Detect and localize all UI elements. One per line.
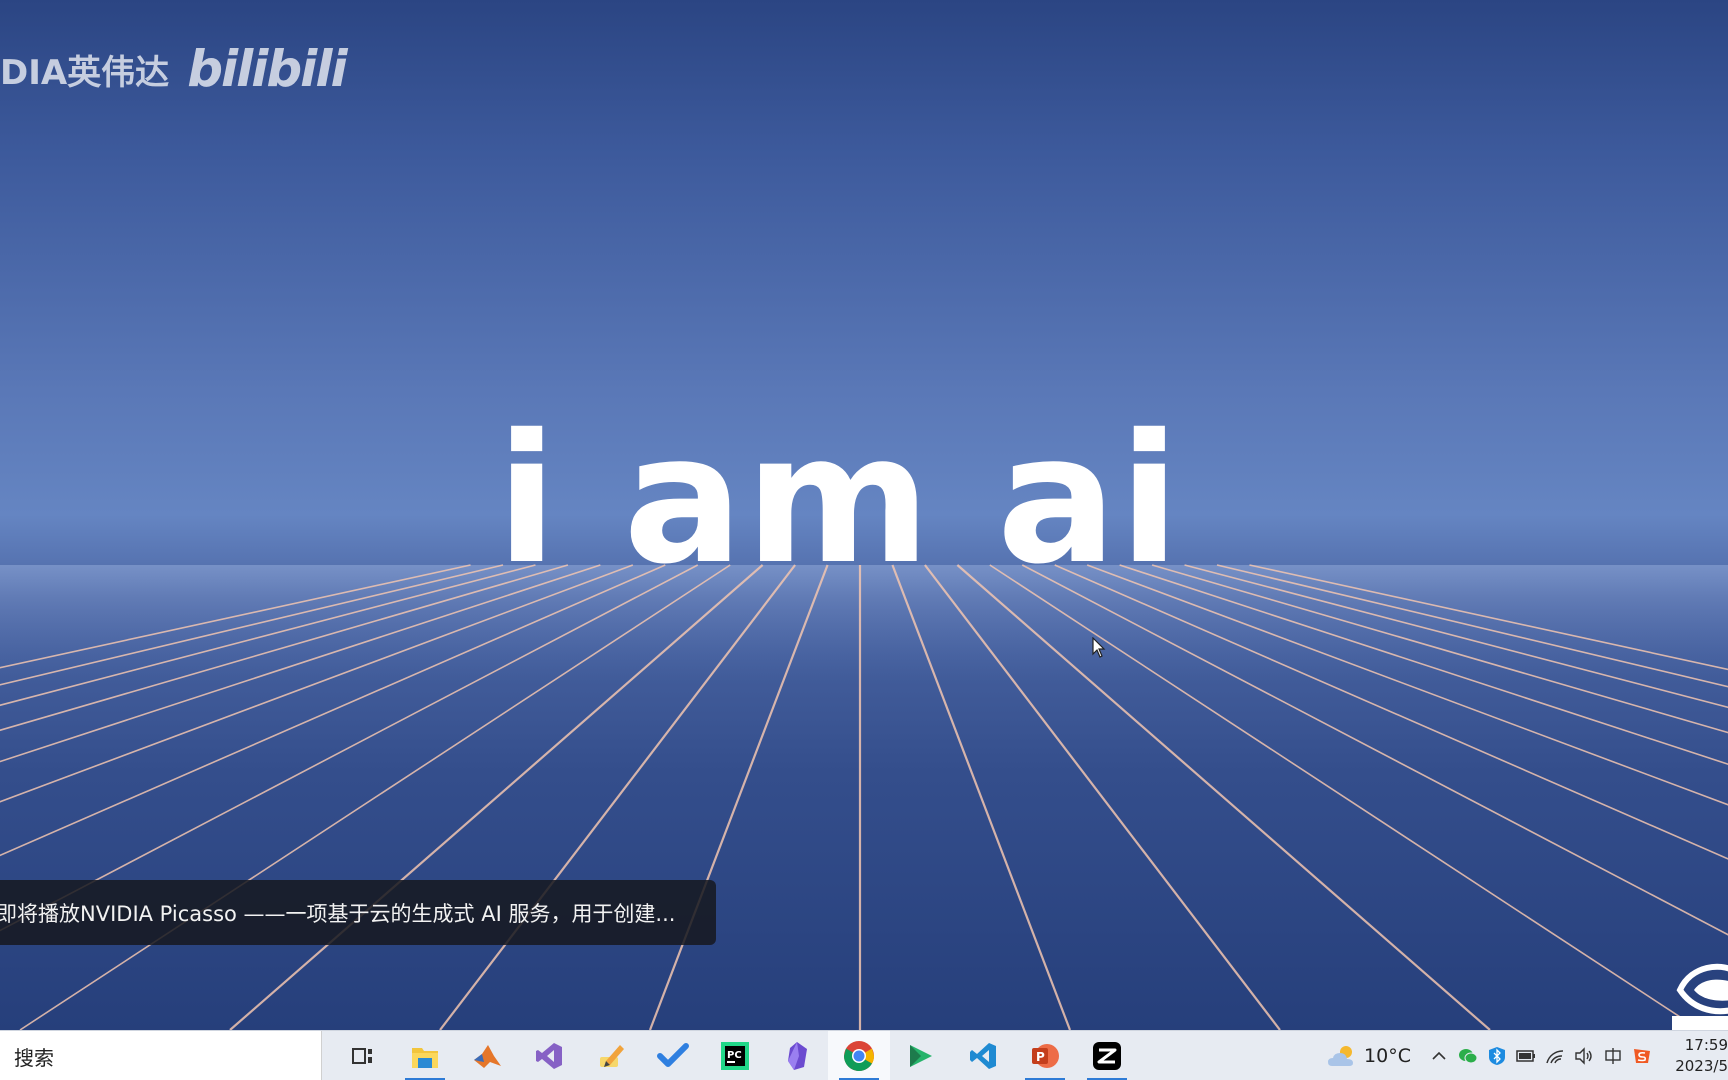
search-label: 搜索: [14, 1045, 54, 1070]
obsidian-button[interactable]: [766, 1031, 828, 1080]
system-clock[interactable]: 17:59 2023/5: [1672, 1035, 1728, 1077]
sogou-ime-icon[interactable]: [1632, 1046, 1652, 1066]
capcut-button[interactable]: [1076, 1031, 1138, 1080]
watermark-text: DIA英伟达: [0, 52, 170, 93]
video-headline: i am ai: [496, 396, 1182, 603]
weather-widget[interactable]: 10°C: [1326, 1042, 1411, 1070]
task-view-button[interactable]: [332, 1031, 394, 1080]
visual-studio-icon: [536, 1043, 562, 1069]
tray-icons: [1429, 1046, 1652, 1066]
battery-icon[interactable]: [1516, 1046, 1536, 1066]
taskbar-search-box[interactable]: 搜索: [0, 1031, 322, 1080]
video-player[interactable]: DIA英伟达 bilibili i am ai 即将播放NVIDIA Picas…: [0, 0, 1728, 1030]
notes-pen-icon: [600, 1045, 624, 1067]
clock-date: 2023/5: [1675, 1057, 1728, 1075]
wifi-icon[interactable]: [1545, 1046, 1565, 1066]
channel-watermark: DIA英伟达 bilibili: [0, 40, 348, 98]
screen: DIA英伟达 bilibili i am ai 即将播放NVIDIA Picas…: [0, 0, 1728, 1080]
taskbar: 搜索 PC P 10°C 17:59 2023/5: [0, 1030, 1728, 1080]
horizon-glow: [0, 565, 1728, 1030]
input-method-icon[interactable]: [1603, 1046, 1623, 1066]
capcut-icon: [1093, 1042, 1121, 1070]
vscode-button[interactable]: [952, 1031, 1014, 1080]
up-next-caption[interactable]: 即将播放NVIDIA Picasso ——一项基于云的生成式 AI 服务，用于创…: [0, 880, 716, 945]
matlab-button[interactable]: [456, 1031, 518, 1080]
bilibili-logo: bilibili: [187, 40, 347, 98]
nvidia-logo-icon: [1672, 963, 1728, 1030]
vscode-icon: [970, 1043, 996, 1069]
notes-button[interactable]: [580, 1031, 642, 1080]
svg-text:P: P: [1036, 1050, 1045, 1064]
file-explorer-icon: [412, 1048, 438, 1068]
volume-icon[interactable]: [1574, 1046, 1594, 1066]
media-player-button[interactable]: [890, 1031, 952, 1080]
pycharm-button[interactable]: PC: [704, 1031, 766, 1080]
powerpoint-icon: P: [1032, 1044, 1059, 1068]
weather-temp: 10°C: [1364, 1045, 1411, 1067]
matlab-icon: [474, 1045, 501, 1068]
pycharm-icon: PC: [721, 1042, 749, 1070]
todo-button[interactable]: [642, 1031, 704, 1080]
caption-text: 即将播放NVIDIA Picasso ——一项基于云的生成式 AI 服务，用于创…: [0, 901, 676, 926]
partly-cloudy-icon: [1328, 1046, 1354, 1066]
svg-text:PC: PC: [727, 1050, 742, 1061]
show-hidden-icons-chevron-up-icon[interactable]: [1429, 1046, 1449, 1066]
system-tray: 10°C 17:59 2023/5: [1326, 1031, 1728, 1080]
clock-time: 17:59: [1684, 1036, 1728, 1054]
chrome-button[interactable]: [828, 1031, 890, 1080]
taskbar-apps: PC P: [332, 1031, 1138, 1080]
obsidian-icon: [788, 1042, 807, 1070]
file-explorer-button[interactable]: [394, 1031, 456, 1080]
powerpoint-button[interactable]: P: [1014, 1031, 1076, 1080]
visual-studio-button[interactable]: [518, 1031, 580, 1080]
wechat-icon[interactable]: [1458, 1046, 1478, 1066]
task-view-icon: [352, 1048, 372, 1064]
bluetooth-security-icon[interactable]: [1487, 1046, 1507, 1066]
media-player-icon: [910, 1045, 932, 1067]
todo-check-icon: [657, 1043, 689, 1067]
mouse-cursor-icon: [1092, 637, 1106, 658]
chrome-icon: [844, 1041, 874, 1072]
